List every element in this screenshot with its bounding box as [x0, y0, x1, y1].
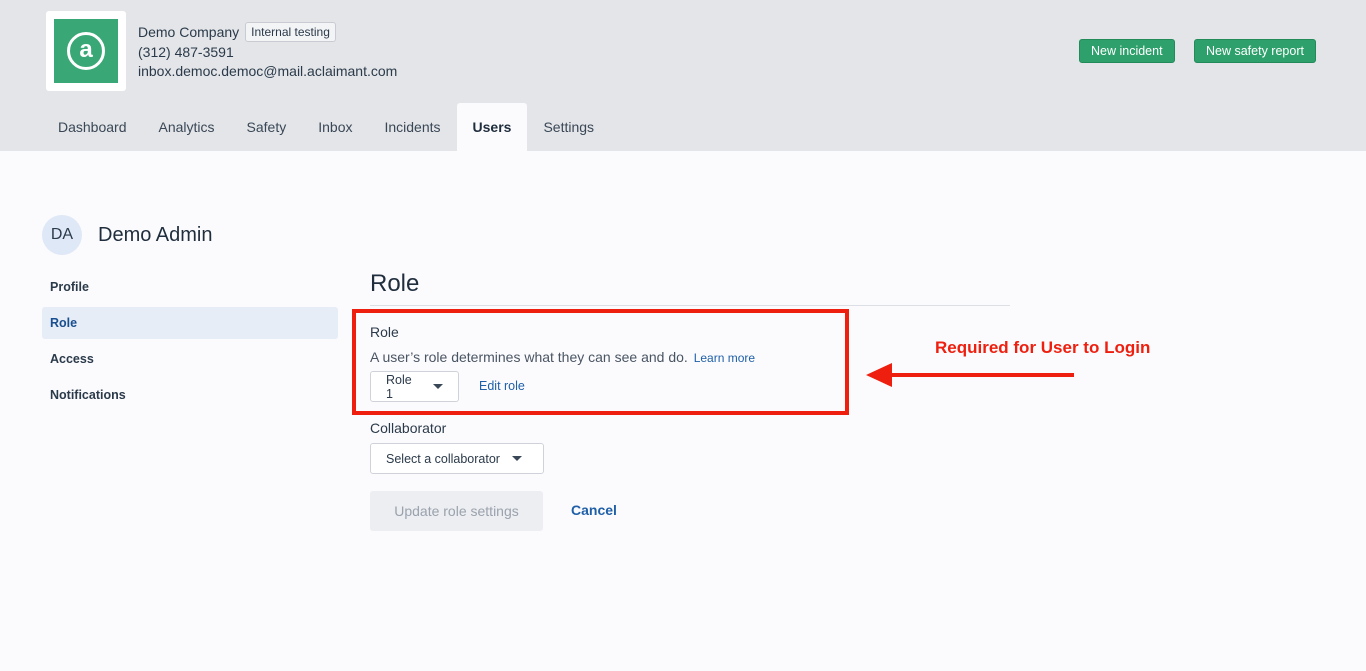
tab-analytics[interactable]: Analytics — [143, 103, 231, 151]
company-name-row: Demo Company Internal testing — [138, 22, 397, 42]
tab-inbox[interactable]: Inbox — [302, 103, 368, 151]
annotation-text: Required for User to Login — [935, 338, 1151, 357]
app-header: a Demo Company Internal testing (312) 48… — [0, 0, 1366, 151]
page-title: Role — [370, 270, 1010, 306]
collaborator-label: Collaborator — [370, 420, 447, 436]
avatar: DA — [42, 215, 82, 255]
aclaimant-logo-icon: a — [67, 32, 105, 70]
tab-users[interactable]: Users — [456, 103, 528, 151]
annotation-arrow-icon — [866, 363, 1074, 387]
user-heading: DA Demo Admin — [42, 215, 213, 255]
company-info: Demo Company Internal testing (312) 487-… — [138, 22, 397, 80]
collaborator-select-value: Select a collaborator — [386, 451, 500, 466]
main-nav-tabs: Dashboard Analytics Safety Inbox Inciden… — [42, 103, 610, 151]
chevron-down-icon — [511, 456, 522, 461]
annotation-highlight-box — [352, 309, 849, 415]
company-email: inbox.democ.democ@mail.aclaimant.com — [138, 63, 398, 79]
company-name: Demo Company — [138, 24, 240, 40]
company-logo: a — [46, 11, 126, 91]
company-phone: (312) 487-3591 — [138, 44, 234, 60]
role-panel: Role — [370, 270, 1010, 306]
user-name: Demo Admin — [98, 223, 213, 246]
sidebar-item-access[interactable]: Access — [42, 343, 338, 375]
sidebar-item-role[interactable]: Role — [42, 307, 338, 339]
collaborator-select[interactable]: Select a collaborator — [370, 443, 544, 474]
user-side-nav: Profile Role Access Notifications — [42, 271, 338, 415]
tab-settings[interactable]: Settings — [527, 103, 610, 151]
tab-dashboard[interactable]: Dashboard — [42, 103, 143, 151]
update-role-settings-button[interactable]: Update role settings — [370, 491, 543, 531]
new-incident-button[interactable]: New incident — [1079, 39, 1175, 63]
sidebar-item-notifications[interactable]: Notifications — [42, 379, 338, 411]
cancel-link[interactable]: Cancel — [571, 502, 617, 518]
logo-background: a — [54, 19, 118, 83]
environment-badge: Internal testing — [245, 22, 336, 42]
tab-incidents[interactable]: Incidents — [368, 103, 456, 151]
tab-safety[interactable]: Safety — [231, 103, 303, 151]
sidebar-item-profile[interactable]: Profile — [42, 271, 338, 303]
new-safety-report-button[interactable]: New safety report — [1194, 39, 1316, 63]
